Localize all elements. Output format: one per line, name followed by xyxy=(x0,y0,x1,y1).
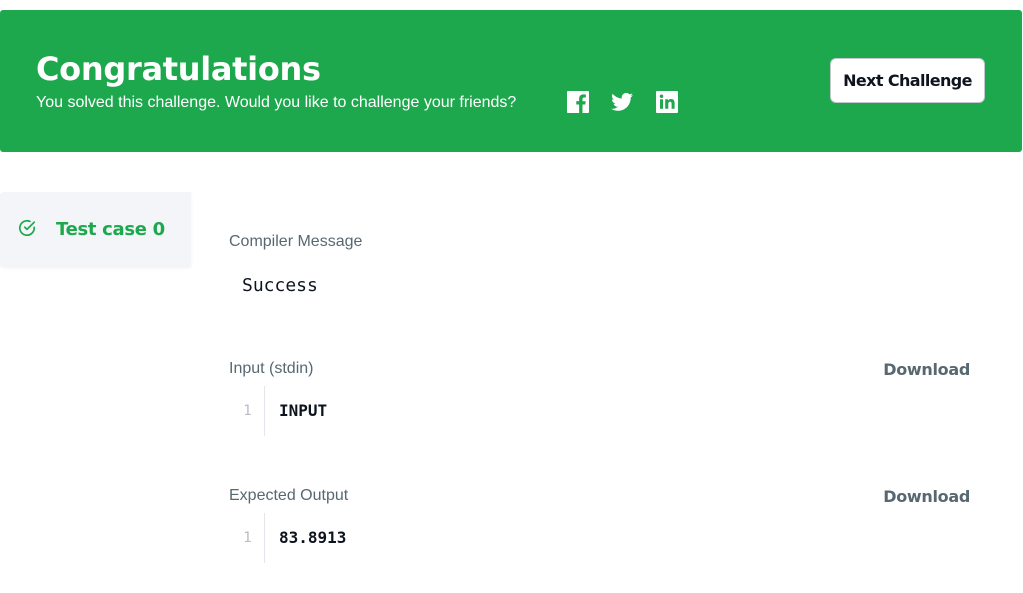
compiler-message-label: Compiler Message xyxy=(229,233,363,250)
banner-title: Congratulations xyxy=(36,50,321,88)
expected-output-code-block: 1 83.8913 xyxy=(229,513,974,563)
next-challenge-button[interactable]: Next Challenge xyxy=(830,58,985,103)
success-banner: Congratulations You solved this challeng… xyxy=(0,10,1022,152)
banner-subtitle: You solved this challenge. Would you lik… xyxy=(36,94,517,111)
linkedin-icon[interactable] xyxy=(655,90,679,114)
line-number: 1 xyxy=(229,513,265,563)
expected-output-download-link[interactable]: Download xyxy=(883,487,970,506)
expected-output-line-text: 83.8913 xyxy=(279,528,347,547)
input-line-text: INPUT xyxy=(279,401,328,420)
compiler-message-text: Success xyxy=(242,275,318,296)
twitter-icon[interactable] xyxy=(610,90,634,114)
check-circle-icon xyxy=(17,218,37,238)
facebook-icon[interactable] xyxy=(566,90,590,114)
line-number: 1 xyxy=(229,386,265,436)
test-case-label: Test case 0 xyxy=(56,219,165,240)
input-code-block: 1 INPUT xyxy=(229,386,974,436)
input-download-link[interactable]: Download xyxy=(883,360,970,379)
expected-output-label: Expected Output xyxy=(229,487,349,504)
sidebar-item-test-case-0[interactable]: Test case 0 xyxy=(0,192,191,266)
input-label: Input (stdin) xyxy=(229,360,314,377)
